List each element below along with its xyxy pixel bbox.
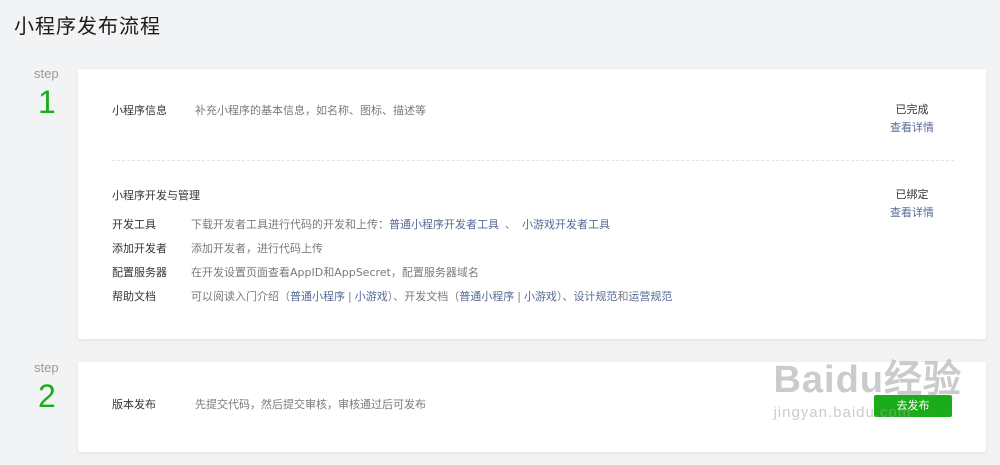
operation-spec-link[interactable]: 运营规范 [628, 290, 672, 303]
version-release-desc: 先提交代码，然后提交审核，审核通过后可发布 [195, 398, 426, 411]
mini-program-info-desc: 补充小程序的基本信息，如名称、图标、描述等 [195, 104, 426, 117]
step-1-number: 1 [38, 84, 56, 120]
and-text: 和 [617, 290, 629, 303]
add-developer-label: 添加开发者 [112, 242, 167, 255]
docs-game-link[interactable]: 小游戏 [524, 290, 557, 303]
separator: | [348, 290, 352, 303]
dev-tools-desc: 下载开发者工具进行代码的开发和上传：普通小程序开发者工具、小游戏开发者工具 [191, 218, 610, 232]
dev-management-heading: 小程序开发与管理 [112, 189, 200, 202]
separator: 、 [505, 218, 516, 231]
help-docs-desc: 可以阅读入门介绍（普通小程序 | 小游戏）、开发文档（普通小程序 | 小游戏）、设计规范… [191, 290, 672, 304]
step-2-number: 2 [38, 378, 56, 414]
dev-status: 已绑定 [895, 188, 929, 201]
info-status: 已完成 [895, 103, 929, 116]
dev-detail-link[interactable]: 查看详情 [882, 206, 942, 220]
page-title: 小程序发布流程 [14, 14, 161, 38]
separator: | [517, 290, 521, 303]
step-1-label: step [34, 66, 59, 81]
server-config-desc: 在开发设置页面查看AppID和AppSecret，配置服务器域名 [191, 266, 479, 279]
version-release-label: 版本发布 [112, 398, 156, 411]
server-config-label: 配置服务器 [112, 266, 167, 279]
game-devtool-link[interactable]: 小游戏开发者工具 [522, 218, 610, 231]
info-detail-link[interactable]: 查看详情 [882, 121, 942, 135]
docs-normal-link[interactable]: 普通小程序 [459, 290, 514, 303]
divider [112, 160, 954, 161]
publish-button[interactable]: 去发布 [874, 395, 952, 417]
mini-program-info-label: 小程序信息 [112, 104, 167, 117]
help-text-3: ）、 [556, 290, 574, 303]
step-1-card: 小程序信息 补充小程序的基本信息，如名称、图标、描述等 已完成 查看详情 小程序… [78, 69, 986, 339]
help-text-2: ）、开发文档（ [387, 290, 460, 303]
dev-tools-text: 下载开发者工具进行代码的开发和上传： [191, 218, 389, 231]
help-docs-label: 帮助文档 [112, 290, 156, 303]
step-2-label: step [34, 360, 59, 375]
step-2-card: 版本发布 先提交代码，然后提交审核，审核通过后可发布 去发布 [78, 362, 986, 452]
design-spec-link[interactable]: 设计规范 [573, 290, 617, 303]
dev-tools-label: 开发工具 [112, 218, 156, 231]
add-developer-desc: 添加开发者，进行代码上传 [191, 242, 323, 255]
intro-game-link[interactable]: 小游戏 [355, 290, 388, 303]
intro-normal-link[interactable]: 普通小程序 [290, 290, 345, 303]
normal-devtool-link[interactable]: 普通小程序开发者工具 [389, 218, 499, 231]
help-text-1: 可以阅读入门介绍（ [191, 290, 290, 303]
